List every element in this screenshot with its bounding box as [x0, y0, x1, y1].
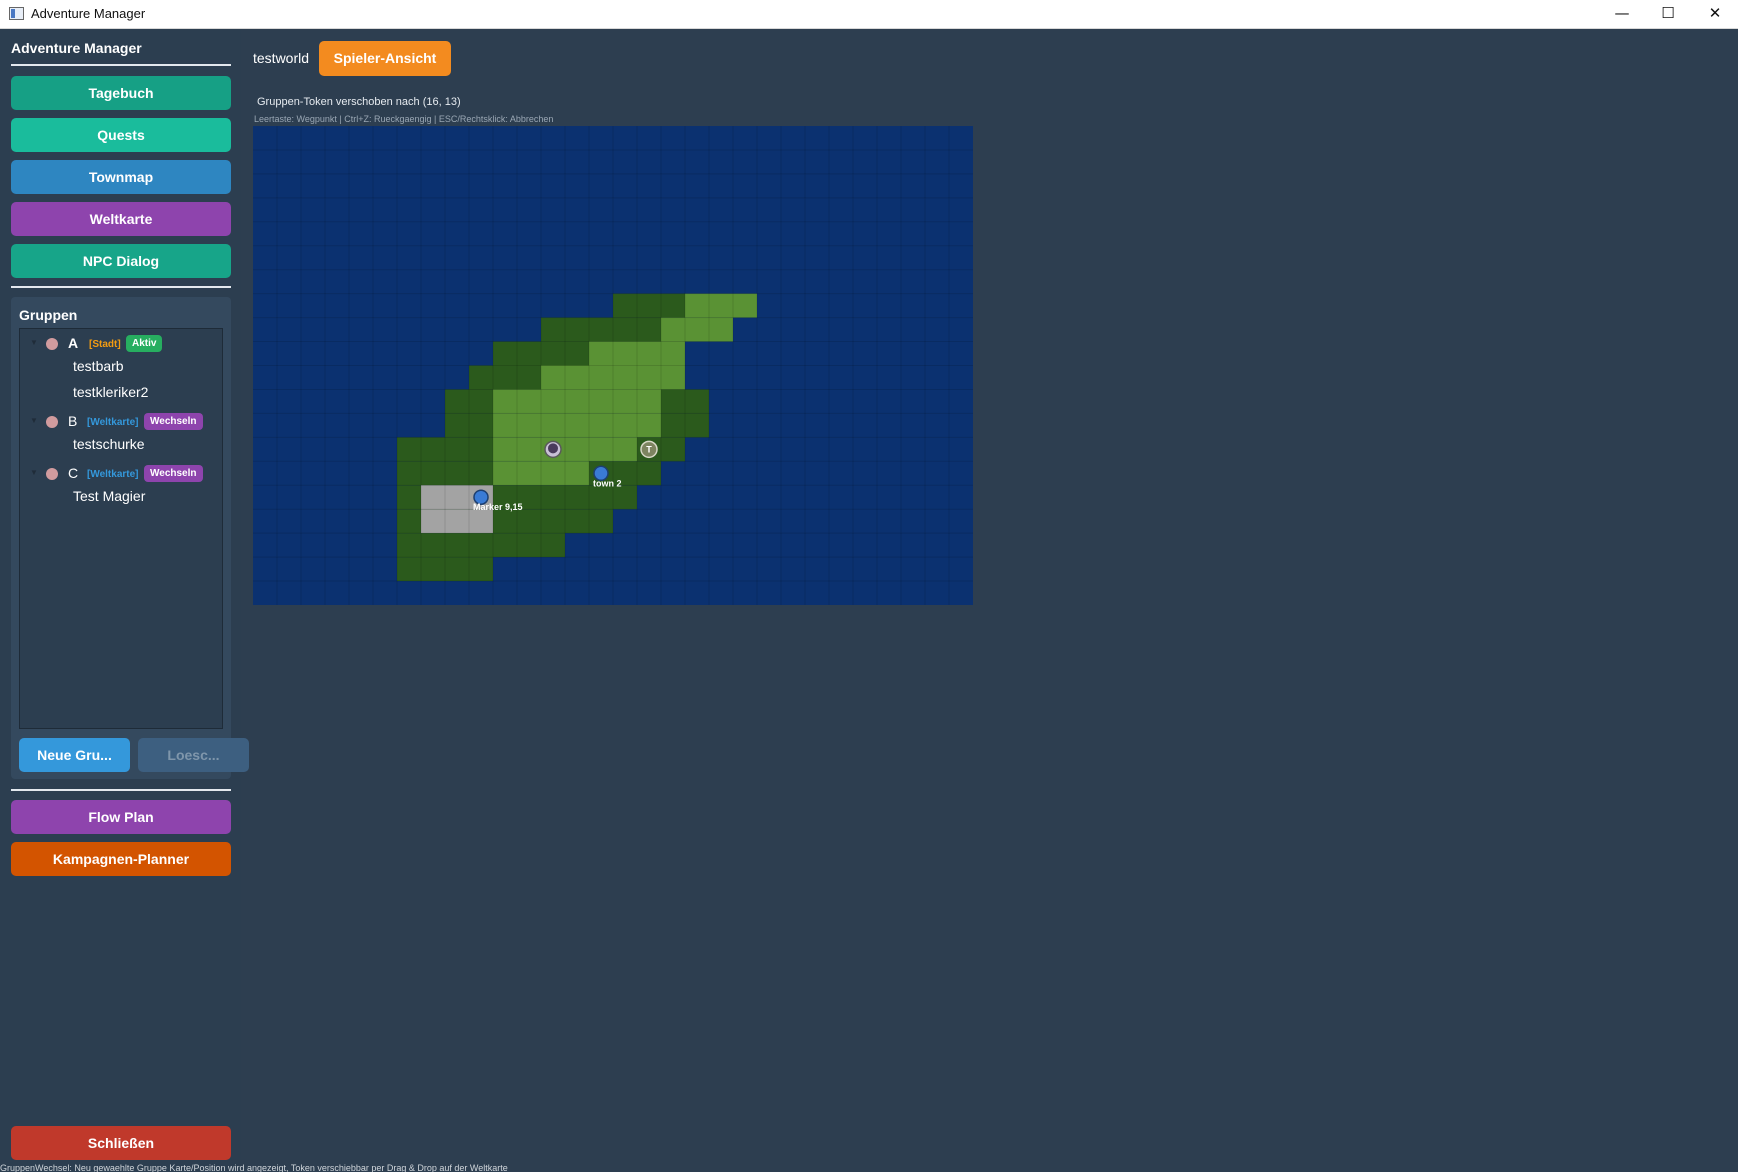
flow-plan-button[interactable]: Flow Plan — [11, 800, 231, 834]
forest-tiles — [397, 533, 565, 558]
marker-marker-label: Marker 9,15 — [473, 502, 523, 512]
sidebar-title: Adventure Manager — [11, 40, 142, 56]
group-member[interactable]: testbarb — [73, 358, 124, 374]
groups-panel: Gruppen ▼ A [Stadt] Aktiv testbarb testk… — [11, 297, 249, 779]
chevron-down-icon[interactable]: ▼ — [30, 416, 38, 425]
maximize-button[interactable]: ☐ — [1645, 0, 1691, 28]
world-name: testworld — [253, 50, 310, 66]
townmap-button[interactable]: Townmap — [11, 160, 231, 194]
tagebuch-button[interactable]: Tagebuch — [11, 76, 231, 110]
forest-tiles — [613, 293, 685, 318]
groups-title: Gruppen — [19, 307, 78, 323]
close-app-button[interactable]: Schließen — [11, 1126, 231, 1160]
grass-tiles — [493, 413, 661, 438]
minimize-button[interactable]: — — [1599, 0, 1645, 28]
group-color-dot — [46, 416, 58, 428]
switch-group-button[interactable]: Wechseln — [144, 413, 203, 430]
group-location: [Weltkarte] — [87, 469, 139, 480]
group-row-a[interactable]: ▼ A [Stadt] Aktiv — [20, 333, 222, 355]
window-title: Adventure Manager — [31, 6, 146, 21]
keyboard-hint: Leertaste: Wegpunkt | Ctrl+Z: Rueckgaeng… — [254, 114, 554, 124]
player-view-button[interactable]: Spieler-Ansicht — [319, 41, 451, 76]
group-member[interactable]: testkleriker2 — [73, 384, 148, 400]
group-member[interactable]: Test Magier — [73, 488, 145, 504]
chevron-down-icon[interactable]: ▼ — [30, 468, 38, 477]
divider — [11, 789, 231, 791]
npc-dialog-button[interactable]: NPC Dialog — [11, 244, 231, 278]
town-marker-label: town 2 — [593, 478, 622, 488]
switch-group-button[interactable]: Wechseln — [144, 465, 203, 482]
group-member[interactable]: testschurke — [73, 436, 145, 452]
weltkarte-button[interactable]: Weltkarte — [11, 202, 231, 236]
status-message: Gruppen-Token verschoben nach (16, 13) — [257, 96, 461, 108]
group-name: B — [68, 413, 78, 429]
group-name: C — [68, 465, 79, 481]
grass-tiles — [685, 293, 757, 318]
quests-button[interactable]: Quests — [11, 118, 231, 152]
group-color-dot — [46, 468, 58, 480]
forest-tiles — [541, 317, 661, 342]
world-map[interactable]: town 2 Marker 9,15 T — [253, 126, 973, 605]
stone-tiles — [421, 509, 493, 534]
delete-group-button[interactable]: Loesc... — [138, 738, 249, 772]
grass-tiles — [493, 389, 661, 414]
token-letter: T — [646, 444, 652, 454]
divider — [11, 64, 231, 66]
forest-tiles — [469, 365, 541, 390]
group-location: [Stadt] — [89, 339, 121, 350]
group-color-dot — [46, 338, 58, 350]
window-titlebar: Adventure Manager — ☐ ✕ — [0, 0, 1738, 29]
group-location: [Weltkarte] — [87, 417, 139, 428]
group-row-b[interactable]: ▼ B [Weltkarte] Wechseln — [20, 411, 222, 433]
app-icon — [9, 7, 24, 20]
avatar-face-icon — [548, 443, 558, 454]
status-badge-active: Aktiv — [126, 335, 163, 352]
kampagnen-planner-button[interactable]: Kampagnen-Planner — [11, 842, 231, 876]
group-row-c[interactable]: ▼ C [Weltkarte] Wechseln — [20, 463, 222, 485]
groups-tree[interactable]: ▼ A [Stadt] Aktiv testbarb testkleriker2… — [19, 328, 223, 729]
sidebar: Adventure Manager Tagebuch Quests Townma… — [0, 29, 249, 1172]
divider — [11, 286, 231, 288]
group-name: A — [68, 335, 79, 351]
chevron-down-icon[interactable]: ▼ — [30, 338, 38, 347]
footer-text: GruppenWechsel: Neu gewaehlte Gruppe Kar… — [0, 1163, 508, 1172]
grass-tiles — [661, 317, 733, 342]
new-group-button[interactable]: Neue Gru... — [19, 738, 130, 772]
close-window-button[interactable]: ✕ — [1692, 0, 1738, 28]
